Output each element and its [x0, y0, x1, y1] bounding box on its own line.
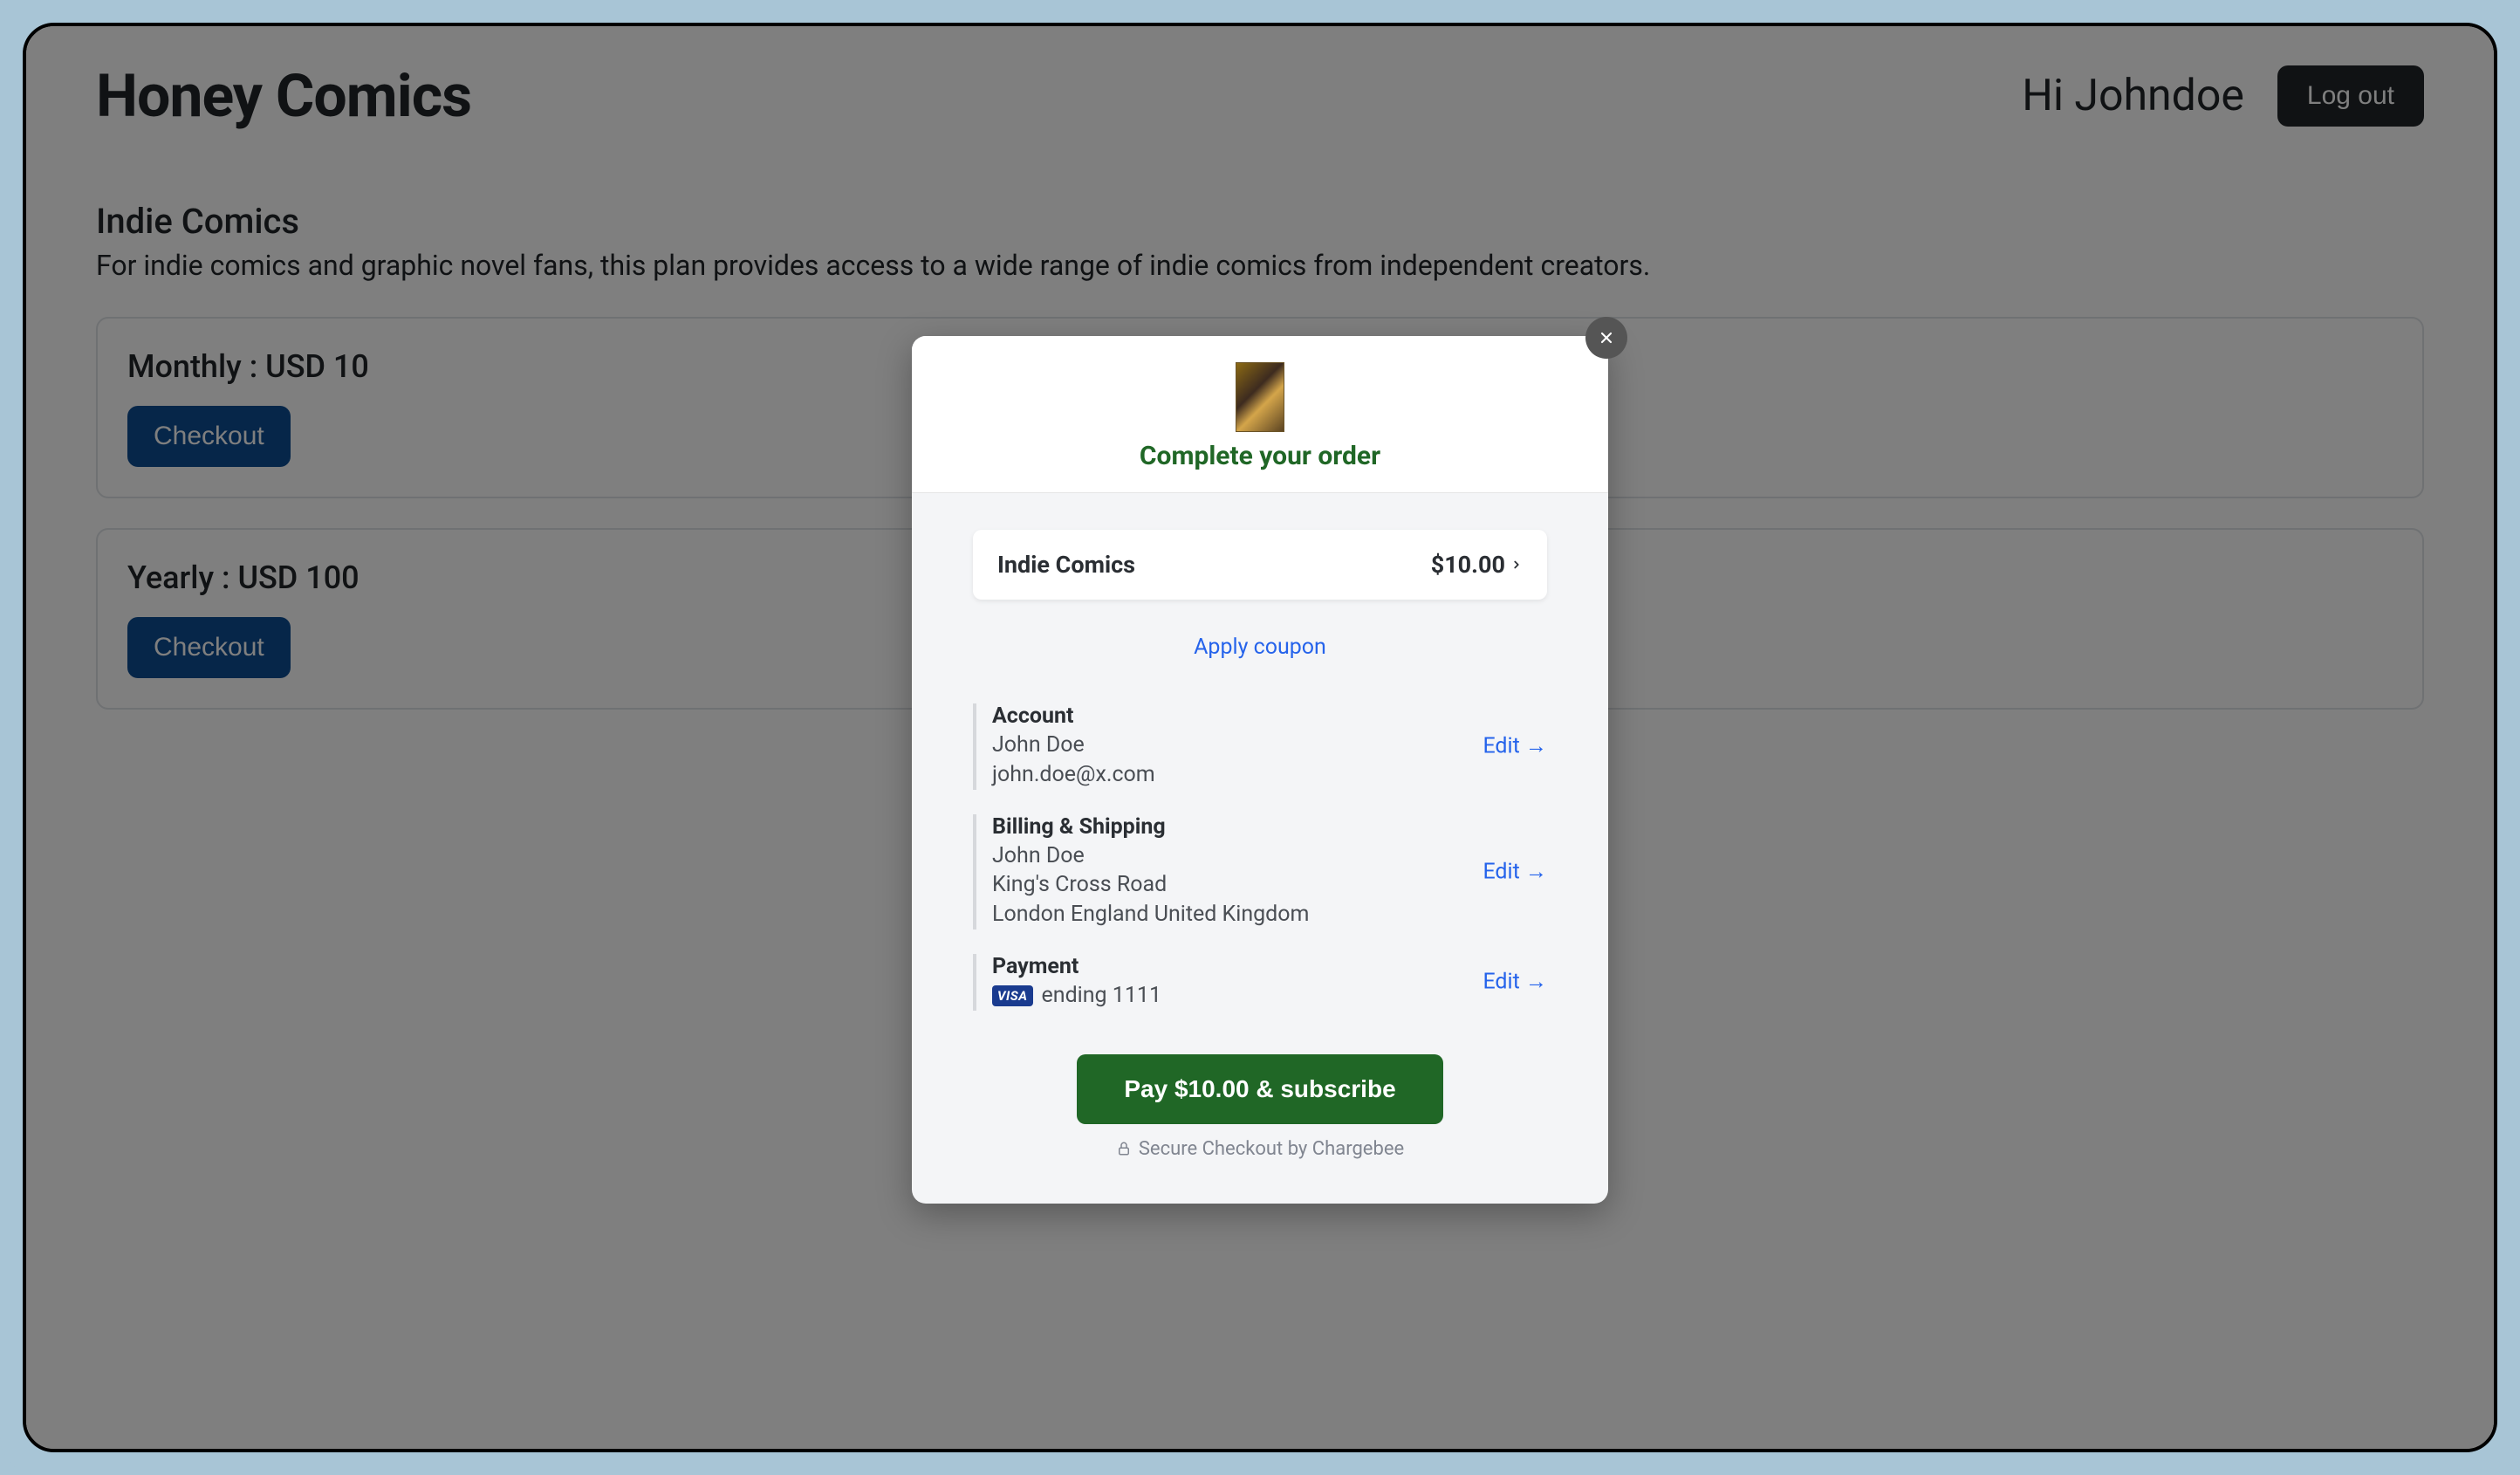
edit-account-link[interactable]: Edit →: [1483, 734, 1547, 759]
billing-city: London England United Kingdom: [992, 900, 1547, 930]
edit-payment-link[interactable]: Edit →: [1483, 970, 1547, 995]
payment-card-text: ending 1111: [1042, 981, 1162, 1011]
billing-block: Billing & Shipping John Doe King's Cross…: [973, 814, 1547, 930]
modal-header: Complete your order: [912, 336, 1608, 493]
billing-street: King's Cross Road: [992, 870, 1547, 900]
chevron-right-icon: [1510, 559, 1523, 571]
visa-badge: VISA: [992, 985, 1033, 1006]
product-summary-card[interactable]: Indie Comics $10.00: [973, 530, 1547, 600]
product-price: $10.00: [1431, 551, 1523, 579]
account-block: Account John Doe john.doe@x.com Edit →: [973, 703, 1547, 790]
account-label: Account: [992, 703, 1547, 729]
modal-title: Complete your order: [912, 441, 1608, 471]
lock-icon: [1116, 1141, 1132, 1156]
product-name: Indie Comics: [997, 551, 1135, 579]
billing-label: Billing & Shipping: [992, 814, 1547, 840]
checkout-modal: Complete your order Indie Comics $10.00 …: [912, 336, 1608, 1204]
secure-checkout-text: Secure Checkout by Chargebee: [973, 1138, 1547, 1160]
close-icon[interactable]: [1585, 317, 1627, 359]
account-name: John Doe: [992, 731, 1547, 760]
edit-billing-link[interactable]: Edit →: [1483, 859, 1547, 884]
payment-label: Payment: [992, 954, 1547, 979]
account-email: john.doe@x.com: [992, 760, 1547, 790]
payment-block: Payment VISA ending 1111 Edit →: [973, 954, 1547, 1011]
billing-name: John Doe: [992, 841, 1547, 871]
brand-logo: [1236, 362, 1284, 432]
pay-subscribe-button[interactable]: Pay $10.00 & subscribe: [1077, 1054, 1442, 1124]
apply-coupon-link[interactable]: Apply coupon: [1194, 635, 1326, 660]
